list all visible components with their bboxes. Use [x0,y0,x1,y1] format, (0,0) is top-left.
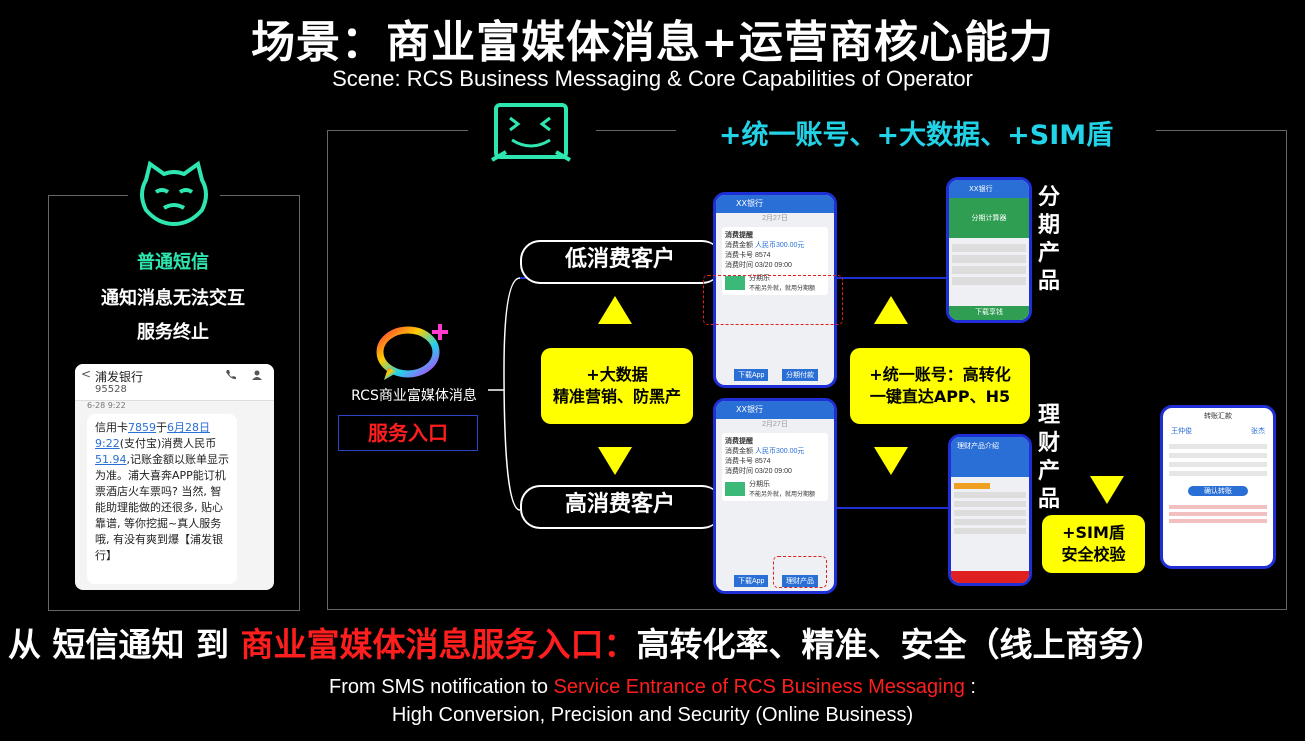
installment-banner: 分期计算器 [949,198,1029,238]
phone-header: XX银行 [716,195,834,213]
sms-date-link[interactable]: 6月28日 [167,421,210,434]
arrow-down-sim [1090,476,1124,504]
sms-text: (支付宝)消费人民币 [119,437,217,450]
sim-line-2: 安全校验 [1061,545,1126,564]
sms-bubble: 信用卡7859于6月28日 9:22(支付宝)消费人民币 51.94,记账金额以… [87,414,237,584]
sms-card-link[interactable]: 7859 [128,421,156,434]
grumpy-face-icon [140,160,208,227]
sms-amount-link[interactable]: 51.94 [95,453,127,466]
contact-icon[interactable] [251,369,263,381]
arrow-up-right [874,296,908,324]
conclusion-part-1: 从 短信通知 到 [8,625,241,664]
sim-box: +SIM盾 安全校验 [1042,515,1145,573]
bigdata-line-2: 精准营销、防黑产 [552,387,681,406]
phone-header: 理财产品介绍 [951,437,1029,455]
promo-title: 分期乐 [749,481,770,488]
transfer-to: 张杰 [1251,428,1265,435]
finance-label: 理财产品 [1037,403,1060,512]
sms-date: 6-28 9:22 [87,401,126,410]
service-entry-button[interactable]: 服务入口 [338,415,478,451]
rcs-label: RCS商业富媒体消息 [351,388,477,404]
card-title: 消费提醒 [725,232,753,239]
sms-text: 于 [156,421,167,434]
page-title: 场景：商业富媒体消息+运营商核心能力 [251,17,1054,68]
conclusion-english: From SMS notification to Service Entranc… [0,673,1305,729]
phone-icon[interactable] [225,369,237,381]
amount-value: 人民币300.00元 [754,242,805,249]
download-button[interactable]: 下载享钱 [949,306,1029,320]
time-label: 消费时间 [725,468,753,475]
english-part-2: Service Entrance of RCS Business Messagi… [553,676,965,698]
back-icon[interactable]: < [81,367,91,381]
installment-label: 分期产品 [1037,185,1060,294]
highlight-finance [773,556,827,588]
phone-header: XX银行 [716,401,834,419]
sms-text: ,记账金额以账单显示为准。浦大喜奔APP能订机票酒店火车票吗? 当然, 智能助理… [95,453,229,562]
conclusion-part-2: 商业富媒体消息服务入口： [240,625,637,664]
card-label: 消费卡号 [725,252,753,259]
conclusion-line: 从 短信通知 到 商业富媒体消息服务入口：高转化率、精准、安全（线上商务） [8,618,1164,666]
rcs-logo-icon [376,324,448,380]
confirm-transfer-button[interactable]: 确认转账 [1188,486,1248,496]
account-line-2: 一键直达APP、H5 [869,387,1011,406]
phone-date: 2月27日 [762,421,788,428]
sms-line-1: 通知消息无法交互 [101,288,245,309]
smiling-face-icon [491,103,571,162]
arrow-down-right [874,447,908,475]
download-app-button[interactable]: 下载App [734,575,769,587]
sms-line-2: 服务终止 [137,322,209,343]
sms-time-link[interactable]: 9:22 [95,437,120,450]
transfer-header: 转账汇款 [1204,413,1232,420]
transfer-phone: 转账汇款 王仲俊 张杰 确认转账 [1160,405,1276,569]
time-value: 03/20 09:00 [754,262,792,269]
high-customer-label: 高消费客户 [564,492,675,517]
installment-phone: XX银行 分期计算器 下载享钱 [946,177,1032,323]
promo-card-icon [725,481,745,496]
bigdata-box: +大数据 精准营销、防黑产 [541,348,693,424]
amount-value: 人民币300.00元 [754,448,805,455]
download-app-button[interactable]: 下载App [734,369,769,381]
arrow-down-left [598,447,632,475]
phone-header: XX银行 [949,180,1029,198]
card-label: 消费卡号 [725,458,753,465]
account-box: +统一账号：高转化 一键直达APP、H5 [850,348,1030,424]
page-subtitle: Scene: RCS Business Messaging & Core Cap… [332,66,973,91]
card-title: 消费提醒 [725,438,753,445]
transfer-from: 王仲俊 [1171,428,1192,435]
sms-contact: 浦发银行 [95,370,144,384]
card-value: 8574 [754,458,771,465]
highlight-promo [703,275,843,325]
sms-number: 95528 [95,384,127,395]
conclusion-part-3: 高转化率、精准、安全（线上商务） [636,625,1165,664]
english-part-1: From SMS notification to [329,676,554,698]
low-customer-label: 低消费客户 [564,247,675,272]
card-value: 8574 [754,252,771,259]
english-line-2: High Conversion, Precision and Security … [391,704,914,726]
sim-line-1: +SIM盾 [1062,523,1125,542]
promo-sub: 不能另外就，就用分期额 [749,492,816,498]
amount-label: 消费金额 [725,448,753,455]
english-part-3: : [964,676,976,698]
sms-heading: 普通短信 [137,252,209,273]
finance-phone: 理财产品介绍 [948,434,1032,586]
account-line-1: +统一账号：高转化 [869,365,1011,384]
phone-date: 2月27日 [762,215,788,222]
time-value: 03/20 09:00 [754,468,792,475]
installment-button[interactable]: 分期付款 [782,369,818,381]
bigdata-line-1: +大数据 [586,365,648,384]
amount-label: 消费金额 [725,242,753,249]
sms-screenshot: < 浦发银行 95528 6-28 9:22 信用卡7859于6月28日 9:2… [75,364,274,590]
time-label: 消费时间 [725,262,753,269]
arrow-up-left [598,296,632,324]
sms-text: 信用卡 [95,421,128,434]
capabilities-caption: +统一账号、+大数据、+SIM盾 [718,120,1114,151]
